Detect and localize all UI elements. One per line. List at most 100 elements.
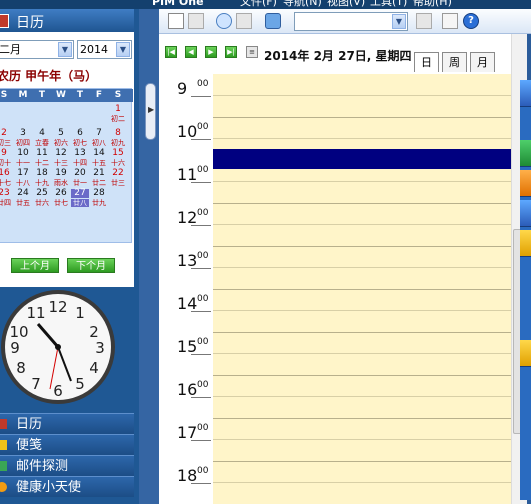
weekday-label: M (18, 90, 28, 100)
tab-month[interactable]: 月 (470, 52, 495, 72)
hour-label: 11 00 (159, 160, 213, 203)
calendar-day[interactable]: 23 (0, 189, 13, 198)
month-select[interactable]: 二月 ▼ (0, 40, 74, 59)
nav-item-mail-detect[interactable]: 邮件探测 (0, 455, 134, 476)
side-tab[interactable] (520, 170, 531, 197)
nav-item-label: 便笺 (16, 438, 43, 453)
date-navigation: |◀ ◀ ▶ ▶| ≡ 2014年 2月 27日, 星期四 日 周 月 (159, 34, 531, 74)
prev-icon[interactable]: ◀ (185, 46, 197, 58)
collapse-pane-handle[interactable]: ▶ (145, 83, 156, 140)
calendar-day[interactable]: 12 (52, 149, 70, 158)
tab-day[interactable]: 日 (414, 52, 439, 72)
calendar-day[interactable]: 3 (14, 129, 32, 138)
calendar-day[interactable]: 18 (33, 169, 51, 178)
chevron-down-icon: ▼ (392, 14, 406, 29)
calendar-day[interactable]: 11 (33, 149, 51, 158)
prev-month-button[interactable]: 上个月 (11, 258, 59, 273)
svg-text:3: 3 (95, 339, 105, 357)
calendar-header-label: 日历 (16, 15, 44, 31)
left-pane: 日历 二月 ▼ 2014 ▼ 农历 甲午年（马） S M T W T F S 1… (0, 9, 139, 504)
calendar-day[interactable]: 20 (71, 169, 89, 178)
calendar-day-today[interactable]: 27 (71, 189, 89, 198)
title-bar: PIM One 文件(F) 导航(N) 视图(V) 工具(T) 帮助(H) (0, 0, 531, 9)
hour-label: 17 00 (159, 418, 213, 461)
lunar-date: 初四 (16, 139, 30, 147)
edit-icon[interactable] (236, 13, 252, 29)
calendar-day[interactable]: 19 (52, 169, 70, 178)
next-month-button[interactable]: 下个月 (67, 258, 115, 273)
list-icon[interactable] (416, 13, 432, 29)
calendar-day[interactable]: 10 (14, 149, 32, 158)
selected-time-slot[interactable] (213, 149, 511, 169)
menu-view[interactable]: 视图(V) (327, 0, 365, 8)
side-tab[interactable] (520, 340, 531, 367)
lunar-date: 十二 (35, 159, 49, 167)
help-icon[interactable]: ? (463, 13, 479, 29)
new-document-icon[interactable] (168, 13, 184, 29)
weekday-label: T (76, 90, 84, 100)
calendar-day[interactable]: 2 (0, 129, 13, 138)
weekday-label: S (114, 90, 122, 100)
calendar-day[interactable]: 13 (71, 149, 89, 158)
calendar-day[interactable]: 17 (14, 169, 32, 178)
calendar-day[interactable]: 6 (71, 129, 89, 138)
calendar-day[interactable]: 9 (0, 149, 13, 158)
svg-text:1: 1 (75, 304, 85, 322)
calendar-day[interactable]: 5 (52, 129, 70, 138)
calendar-icon (0, 419, 7, 429)
menu-tools[interactable]: 工具(T) (370, 0, 407, 8)
lunar-date: 廿八 (71, 199, 89, 207)
calendar-day[interactable]: 7 (90, 129, 108, 138)
calendar-day[interactable]: 24 (14, 189, 32, 198)
side-tab[interactable] (520, 200, 531, 227)
time-slot-grid[interactable] (213, 74, 511, 504)
calendar-icon (0, 14, 9, 28)
nav-item-health-angel[interactable]: 健康小天使 (0, 476, 134, 497)
calendar-day[interactable]: 16 (0, 169, 13, 178)
calendar-day[interactable]: 1 (109, 105, 127, 114)
calendar-day[interactable]: 15 (109, 149, 127, 158)
next-icon[interactable]: ▶ (205, 46, 217, 58)
last-icon[interactable]: ▶| (225, 46, 237, 58)
first-icon[interactable]: |◀ (165, 46, 177, 58)
side-tab[interactable] (520, 230, 531, 257)
menu-file[interactable]: 文件(F) (240, 0, 277, 8)
today-icon[interactable]: ≡ (246, 46, 258, 58)
nav-item-label: 健康小天使 (16, 480, 82, 495)
calendar-day[interactable]: 8 (109, 129, 127, 138)
print-icon[interactable] (265, 13, 281, 29)
calendar-header: 日历 (0, 9, 134, 32)
calendar-day[interactable]: 21 (90, 169, 108, 178)
main-area: ▼ ? |◀ ◀ ▶ ▶| ≡ 2014年 2月 27日, 星期四 日 周 月 … (159, 9, 531, 504)
side-tab[interactable] (520, 80, 531, 107)
weekday-label: F (95, 90, 103, 100)
calendar-day[interactable]: 14 (90, 149, 108, 158)
menu-navigate[interactable]: 导航(N) (283, 0, 322, 8)
calendar-day[interactable]: 4 (33, 129, 51, 138)
open-icon[interactable] (216, 13, 232, 29)
toolbar: ▼ ? (159, 9, 531, 34)
weekday-label: W (56, 90, 66, 100)
weekday-label: T (38, 90, 46, 100)
nav-item-notes[interactable]: 便笺 (0, 434, 134, 455)
toolbar-dropdown[interactable]: ▼ (294, 12, 408, 31)
lunar-date: 十四 (73, 159, 87, 167)
lunar-year-label: 农历 甲午年（马） (0, 69, 98, 83)
hour-label: 18 00 (159, 461, 213, 504)
lunar-date: 初二 (111, 115, 125, 123)
calendar-day[interactable]: 26 (52, 189, 70, 198)
calendar-day[interactable]: 25 (33, 189, 51, 198)
tab-week[interactable]: 周 (442, 52, 467, 72)
lunar-date: 十五 (92, 159, 106, 167)
lunar-date: 廿三 (111, 179, 125, 187)
copy-icon[interactable] (188, 13, 204, 29)
year-select[interactable]: 2014 ▼ (77, 40, 132, 59)
nav-item-calendar[interactable]: 日历 (0, 413, 134, 434)
chevron-down-icon: ▼ (58, 42, 72, 57)
menu-help[interactable]: 帮助(H) (413, 0, 452, 8)
options-icon[interactable] (442, 13, 458, 29)
calendar-day[interactable]: 28 (90, 189, 108, 198)
calendar-day[interactable]: 22 (109, 169, 127, 178)
lunar-date: 初三 (0, 139, 11, 147)
side-tab[interactable] (520, 140, 531, 167)
